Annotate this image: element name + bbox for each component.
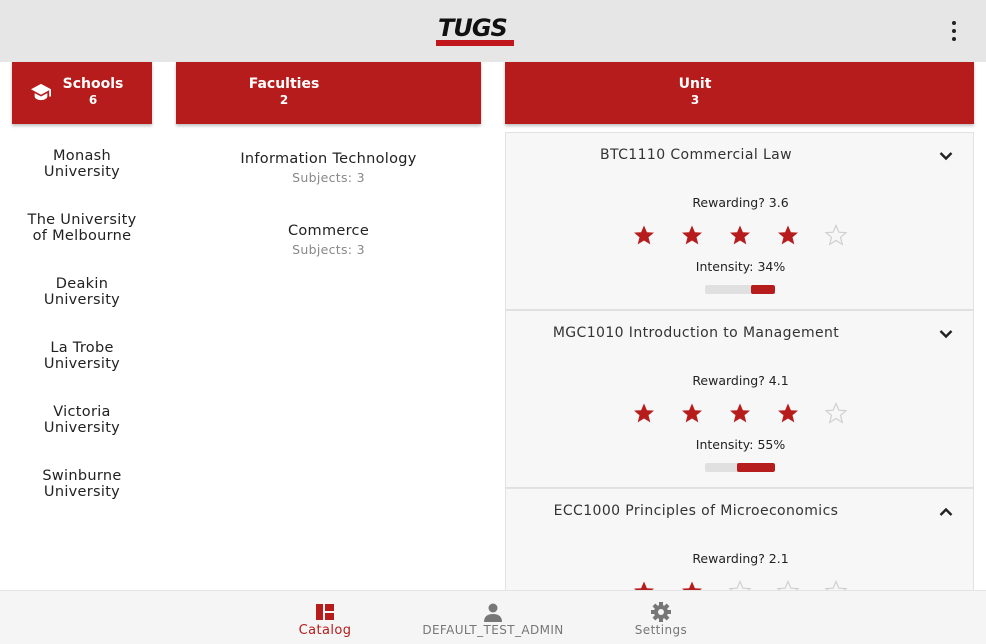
- school-name-line: Monash: [52, 148, 111, 164]
- star-filled-icon: [778, 225, 798, 245]
- star-rating: [632, 401, 852, 427]
- school-name-line: Swinburne: [42, 468, 122, 484]
- bottom-navigation: Catalog DEFAULT_TEST_ADMIN Settings: [0, 590, 986, 644]
- faculty-item-commerce[interactable]: Commerce Subjects: 3: [176, 223, 481, 257]
- rewarding-label: Rewarding? 4.1: [692, 373, 789, 388]
- faculties-title: Faculties: [248, 76, 320, 92]
- schools-count: 6: [88, 93, 98, 107]
- faculty-subjects: Subjects: 3: [292, 170, 365, 185]
- person-icon: [484, 603, 502, 622]
- school-item-melbourne[interactable]: The University of Melbourne: [12, 212, 152, 244]
- school-name-line: University: [43, 420, 121, 436]
- school-name-line: The University: [27, 212, 137, 228]
- star-filled-icon: [730, 225, 750, 245]
- app: TUGS Schools 6 Faculties 2 Unit 3 Monash…: [0, 0, 986, 644]
- unit-list[interactable]: BTC1110 Commercial Law Rewarding? 3.6 In…: [505, 132, 974, 590]
- graduation-cap-icon: [31, 83, 51, 101]
- star-outline-icon: [824, 223, 848, 246]
- star-outline-icon: [824, 579, 848, 590]
- school-name-line: University: [43, 292, 121, 308]
- nav-account[interactable]: DEFAULT_TEST_ADMIN: [413, 591, 573, 644]
- school-name-line: of Melbourne: [32, 228, 132, 244]
- unit-card-title: ECC1000 Principles of Microeconomics: [553, 503, 839, 519]
- unit-card[interactable]: ECC1000 Principles of Microeconomics Rew…: [505, 488, 974, 590]
- intensity-bar: [705, 285, 775, 294]
- unit-title: Unit: [678, 76, 712, 92]
- intensity-bar-fill: [751, 285, 775, 294]
- gear-icon: [651, 602, 671, 622]
- faculties-count: 2: [279, 93, 289, 107]
- school-item-deakin[interactable]: Deakin University: [12, 276, 152, 308]
- unit-card-title: BTC1110 Commercial Law: [599, 147, 792, 163]
- faculties-header[interactable]: Faculties 2: [176, 62, 481, 124]
- star-outline-icon: [824, 401, 848, 424]
- intensity-label: Intensity: 34%: [695, 259, 786, 274]
- school-item-monash[interactable]: Monash University: [12, 148, 152, 180]
- unit-card[interactable]: BTC1110 Commercial Law Rewarding? 3.6 In…: [505, 132, 974, 310]
- logo-text: TUGS: [438, 14, 508, 42]
- intensity-bar: [705, 463, 775, 472]
- faculty-subjects: Subjects: 3: [292, 242, 365, 257]
- faculty-name: Information Technology: [240, 151, 417, 167]
- star-filled-icon: [682, 581, 702, 590]
- star-filled-icon: [634, 403, 654, 423]
- schools-title: Schools: [62, 76, 124, 92]
- unit-card-title: MGC1010 Introduction to Management: [552, 325, 840, 341]
- faculty-item-information-technology[interactable]: Information Technology Subjects: 3: [176, 151, 481, 185]
- star-filled-icon: [682, 225, 702, 245]
- star-outline-icon: [776, 579, 800, 590]
- faculty-name: Commerce: [287, 223, 370, 239]
- star-rating: [632, 579, 852, 590]
- star-filled-icon: [778, 403, 798, 423]
- star-filled-icon: [682, 403, 702, 423]
- school-name-line: University: [43, 164, 121, 180]
- rewarding-label: Rewarding? 3.6: [692, 195, 789, 210]
- tugs-logo[interactable]: TUGS: [436, 14, 516, 48]
- nav-catalog-label: Catalog: [298, 623, 352, 638]
- intensity-label: Intensity: 55%: [695, 437, 786, 452]
- star-filled-icon: [634, 225, 654, 245]
- school-item-victoria[interactable]: Victoria University: [12, 404, 152, 436]
- school-name-line: La Trobe: [50, 340, 114, 356]
- dashboard-icon: [316, 604, 334, 620]
- nav-settings[interactable]: Settings: [621, 591, 701, 644]
- chevron-down-icon[interactable]: [939, 329, 953, 339]
- school-name-line: University: [43, 356, 121, 372]
- nav-account-label: DEFAULT_TEST_ADMIN: [422, 623, 564, 637]
- star-outline-icon: [728, 579, 752, 590]
- chevron-down-icon[interactable]: [939, 151, 953, 161]
- top-app-bar: TUGS: [0, 0, 986, 62]
- star-rating: [632, 223, 852, 249]
- more-vertical-icon[interactable]: [944, 18, 964, 44]
- intensity-bar-fill: [736, 463, 775, 472]
- star-filled-icon: [730, 403, 750, 423]
- school-item-swinburne[interactable]: Swinburne University: [12, 468, 152, 500]
- rewarding-label: Rewarding? 2.1: [692, 551, 789, 566]
- nav-settings-label: Settings: [634, 623, 688, 637]
- unit-header[interactable]: Unit 3: [505, 62, 974, 124]
- nav-catalog[interactable]: Catalog: [285, 591, 365, 644]
- school-item-la-trobe[interactable]: La Trobe University: [12, 340, 152, 372]
- unit-count: 3: [690, 93, 700, 107]
- school-name-line: Deakin: [55, 276, 109, 292]
- chevron-up-icon[interactable]: [939, 507, 953, 517]
- schools-header[interactable]: Schools 6: [12, 62, 152, 124]
- unit-card[interactable]: MGC1010 Introduction to Management Rewar…: [505, 310, 974, 488]
- star-filled-icon: [634, 581, 654, 590]
- school-name-line: University: [43, 484, 121, 500]
- school-name-line: Victoria: [53, 404, 111, 420]
- logo-underline: [436, 40, 514, 46]
